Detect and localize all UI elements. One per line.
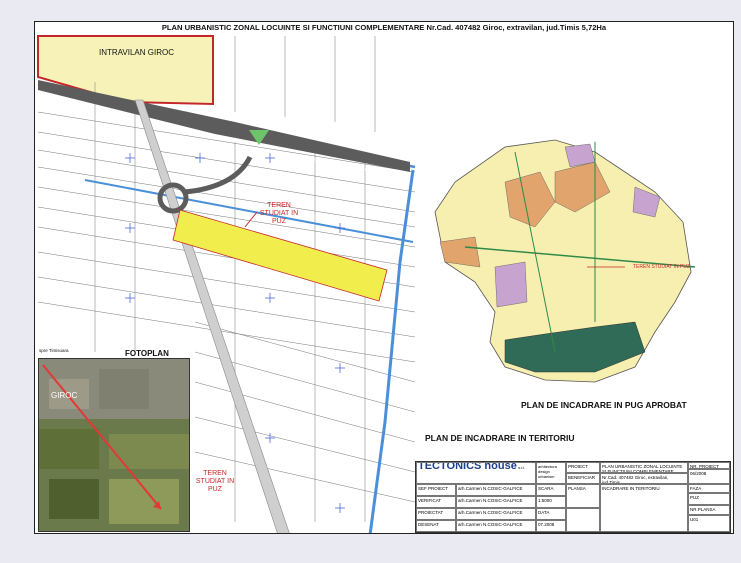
company-name: TECTONICS house xyxy=(418,462,517,472)
plansa-value: INCADRARE IN TERITORIU xyxy=(600,484,688,532)
nr-plansa-label: NR.PLANSA xyxy=(688,505,730,515)
row-role-1: VERIFICAT xyxy=(416,496,456,508)
fotoplan-title: FOTOPLAN xyxy=(125,349,169,358)
pug-title: PLAN DE INCADRARE IN PUG APROBAT xyxy=(521,400,687,410)
row-name-2: arh.Carmen N.COSIC-GALFICE xyxy=(456,508,536,520)
nr-proiect-label: NR. PROIECT xyxy=(688,462,730,469)
pug-site-label: TEREN STUDIAT IN PUZ xyxy=(633,264,691,270)
row-name-0: arh.Carmen N.COSIC-GALFICE xyxy=(456,484,536,496)
row-name-1: arh.Carmen N.COSIC-GALFICE xyxy=(456,496,536,508)
row-role-3: DESENAT xyxy=(416,520,456,532)
link-road xyxy=(184,155,253,195)
nr-proiect-value: 06/2008 xyxy=(688,469,730,484)
nr-plansa-value: U01 xyxy=(688,515,730,532)
project-label: PROIECT xyxy=(566,462,600,473)
photo-graphic xyxy=(39,359,189,531)
data-value: 07.2008 xyxy=(536,520,566,532)
beneficiar-label: BENEFICIAR xyxy=(566,473,600,484)
company-cell: TECTONICS house s.r.l. xyxy=(416,462,536,484)
intravilan-label: INTRAVILAN GIROC xyxy=(99,48,174,57)
scara-value: 1:5000 xyxy=(536,496,566,508)
pug-map xyxy=(434,139,696,383)
sheet-title: PLAN URBANISTIC ZONAL LOCUINTE SI FUNCTI… xyxy=(161,23,607,32)
plansa-blank xyxy=(566,508,600,532)
faza-value: PUZ xyxy=(688,493,730,505)
row-role-2: PROIECTAT xyxy=(416,508,456,520)
canal-vertical xyxy=(368,169,415,533)
fotoplan-image: GIROC xyxy=(38,358,190,532)
row-name-3: arh.Carmen N.COSIC-GALFICE xyxy=(456,520,536,532)
data-label: DATA xyxy=(536,508,566,520)
company-suffix: s.r.l. xyxy=(518,465,526,470)
scara-label: SCARA xyxy=(536,484,566,496)
title-block: TECTONICS house s.r.l. arhitectura desig… xyxy=(415,461,731,533)
photo-place-label: GIROC xyxy=(51,391,78,400)
site-label: TEREN STUDIAT IN PUZ xyxy=(259,202,299,225)
plansa-label: PLANSA xyxy=(566,484,600,508)
row-role-0: SEF PROIECT xyxy=(416,484,456,496)
project-value: PLAN URBANISTIC ZONAL LOCUINTE SI FUNCTI… xyxy=(600,462,688,473)
beneficiar-value: Nr.Cad. 407482 Giroc, extravilan, jud.Ti… xyxy=(600,473,688,484)
site-label-lower: TEREN STUDIAT IN PUZ xyxy=(195,470,235,493)
drawing-sheet: PLAN URBANISTIC ZONAL LOCUINTE SI FUNCTI… xyxy=(34,21,734,534)
ring-road xyxy=(38,80,410,172)
faza-label: FAZA xyxy=(688,484,730,493)
territory-title: PLAN DE INCADRARE IN TERITORIU xyxy=(425,433,575,443)
photo-top-label: spre Timisoara xyxy=(39,348,69,353)
company-tag: arhitectura design urbanism xyxy=(536,462,566,484)
